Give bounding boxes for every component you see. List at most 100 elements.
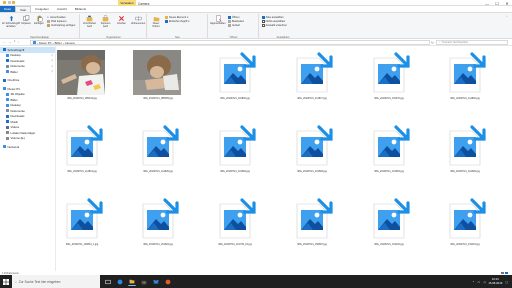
- task-view-icon[interactable]: [104, 278, 112, 286]
- file-name: IMG_20190721_151115.jpg: [450, 243, 480, 246]
- sidebar-item[interactable]: OneDrive: [0, 78, 55, 84]
- sidebar-item[interactable]: Netzwerk: [0, 144, 55, 150]
- properties-button[interactable]: Eigenschaften: [210, 14, 226, 26]
- file-name: IMG_20190721_110802.jpg: [220, 97, 250, 100]
- history-button[interactable]: Verlauf: [228, 24, 240, 27]
- sidebar-item-label: 3D-Objekte: [10, 92, 25, 97]
- back-arrow-icon[interactable]: ←: [3, 40, 7, 44]
- file-item[interactable]: IMG_20190721_161822.jpg: [133, 192, 183, 252]
- breadcrumb-pictures[interactable]: Bilder: [55, 41, 62, 45]
- easy-access-icon: [165, 20, 168, 23]
- copy-path-label: Pfad kopieren: [51, 20, 67, 23]
- copy-to-button[interactable]: Kopieren nach: [98, 14, 113, 29]
- store-icon[interactable]: [140, 278, 148, 286]
- edit-button[interactable]: Bearbeiten: [228, 20, 244, 23]
- move-to-button[interactable]: Verschieben nach: [82, 14, 97, 29]
- mail-icon[interactable]: [152, 278, 160, 286]
- recent-chevron-icon[interactable]: ▾: [14, 40, 15, 44]
- invert-selection-label: Auswahl umkehren: [265, 24, 287, 27]
- file-thumbnail: [135, 123, 181, 169]
- copy-path-button[interactable]: Pfad kopieren: [47, 20, 66, 23]
- file-item[interactable]: IMG_20190721_114813.jpg: [57, 119, 107, 179]
- select-none-button[interactable]: Nichts auswählen: [262, 20, 285, 23]
- open-button[interactable]: Öffnen: [228, 16, 239, 19]
- search-input[interactable]: ⌕ "Camera" durchsuchen: [436, 40, 508, 45]
- start-button[interactable]: [0, 275, 12, 288]
- new-item-button[interactable]: Neues Element ▾: [165, 16, 188, 19]
- file-item[interactable]: IMG_20190721_115270.jpg: [364, 46, 414, 106]
- clipboard-group: An Schnellzugriff anheften Kopieren Einf…: [0, 14, 80, 39]
- pin-quick-access-button[interactable]: An Schnellzugriff anheften: [2, 14, 20, 29]
- file-item[interactable]: IMG_20190721_101820.jpg: [440, 119, 490, 179]
- rename-button[interactable]: Umbenennen: [130, 14, 146, 26]
- file-item[interactable]: IMG_20190721_110802.jpg: [210, 46, 260, 106]
- pictures-folder-icon: [33, 41, 36, 44]
- sidebar-item-label: OneDrive: [7, 78, 20, 83]
- new-folder-icon[interactable]: [12, 1, 15, 4]
- sidebar-item-label: Downloads: [10, 114, 25, 119]
- network-icon[interactable]: ▭: [478, 280, 481, 284]
- file-item[interactable]: IMG_20190721_085455.jpg: [133, 46, 183, 106]
- breadcrumb-this-pc[interactable]: Dieser PC: [39, 41, 52, 45]
- breadcrumb-camera[interactable]: Camera: [65, 41, 75, 45]
- file-item[interactable]: IMG_20190721_114825.jpg: [133, 119, 183, 179]
- new-item-label: Neues Element: [169, 16, 187, 19]
- cloud-icon: [3, 78, 6, 82]
- file-item[interactable]: IMG_20190721_101815.jpg: [364, 119, 414, 179]
- file-item[interactable]: IMG_20190721_161739_01.jpg: [210, 192, 260, 252]
- file-item[interactable]: IMG_20190721_114802.jpg: [440, 46, 490, 106]
- file-name: IMG_20190721_085444.jpg: [67, 97, 97, 100]
- file-thumbnail: [59, 196, 105, 242]
- new-item-icon: [165, 16, 168, 19]
- app-icon[interactable]: [164, 278, 172, 286]
- new-group: Neuer Ordner Neues Element ▾ Einfacher Z…: [148, 14, 208, 39]
- paste-shortcut-button[interactable]: Verknüpfung einfügen: [47, 24, 75, 27]
- sidebar-item[interactable]: Volume (E:): [0, 136, 55, 142]
- edge-icon[interactable]: [116, 278, 124, 286]
- new-folder-button[interactable]: Neuer Ordner: [149, 14, 163, 29]
- delete-button[interactable]: Löschen: [114, 14, 129, 26]
- clock[interactable]: 10:01 16.08.2019: [488, 277, 502, 285]
- large-icons-view-icon[interactable]: [505, 271, 508, 275]
- details-view-icon[interactable]: [500, 271, 504, 275]
- invert-selection-button[interactable]: Auswahl umkehren: [262, 24, 287, 27]
- copy-button[interactable]: Kopieren: [20, 14, 32, 26]
- file-name: IMG_20190721_114817.jpg: [297, 97, 327, 100]
- download-icon: [6, 59, 9, 63]
- paste-button[interactable]: Einfügen: [33, 14, 45, 26]
- address-field[interactable]: › Dieser PC › Bilder › Camera: [30, 40, 430, 45]
- file-item[interactable]: IMG_20190721_085444.jpg: [57, 46, 107, 106]
- ribbon-collapse-icon[interactable]: ⌃: [505, 15, 508, 19]
- file-explorer-icon[interactable]: [128, 278, 136, 286]
- file-item[interactable]: IMG_20190721_114817.jpg: [287, 46, 337, 106]
- chevron-up-icon[interactable]: ⌃: [472, 280, 474, 284]
- music-icon: [6, 120, 9, 124]
- photo-preview: [133, 50, 181, 95]
- sidebar-item[interactable]: Bilder ⚲: [0, 69, 55, 75]
- properties-icon[interactable]: [7, 1, 11, 4]
- refresh-icon[interactable]: ↻: [431, 41, 434, 45]
- up-arrow-icon[interactable]: ↑: [17, 40, 19, 44]
- forward-arrow-icon[interactable]: →: [9, 40, 13, 44]
- folder-icon[interactable]: [3, 1, 6, 4]
- file-item[interactable]: IMG_20190721_160844_1.jpg: [57, 192, 107, 252]
- pin-icon: ⚲: [51, 70, 53, 74]
- file-item[interactable]: IMG_20190721_101803.jpg: [287, 119, 337, 179]
- volume-icon[interactable]: ◁: [483, 280, 485, 284]
- taskbar-search[interactable]: ⌕ Zur Suche Text hier eingeben: [12, 275, 100, 288]
- pin-icon: ⚲: [51, 59, 53, 63]
- easy-access-button[interactable]: Einfacher Zugriff ▾: [165, 20, 190, 23]
- documents-icon: [6, 64, 9, 68]
- cut-button[interactable]: ✂ Ausschneiden: [47, 16, 66, 19]
- address-bar: ← → ▾ ↑ › Dieser PC › Bilder › Camera ↻ …: [0, 39, 512, 46]
- notification-icon[interactable]: ▢: [505, 280, 508, 284]
- file-item[interactable]: IMG_20190721_101802.jpg: [210, 119, 260, 179]
- file-item[interactable]: IMG_20190721_151102.jpg: [364, 192, 414, 252]
- file-name: IMG_20190721_151102.jpg: [374, 243, 404, 246]
- image-file-icon: [449, 125, 486, 166]
- select-none-label: Nichts auswählen: [265, 20, 286, 23]
- select-all-button[interactable]: Alles auswählen: [262, 16, 284, 19]
- move-icon: [86, 14, 94, 22]
- file-item[interactable]: IMG_20190721_150807.jpg: [287, 192, 337, 252]
- file-item[interactable]: IMG_20190721_151115.jpg: [440, 192, 490, 252]
